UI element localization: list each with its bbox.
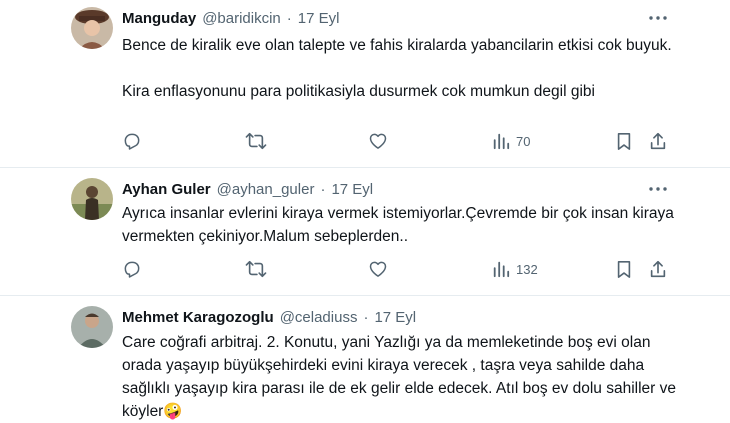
heart-icon — [369, 133, 387, 149]
views-count: 132 — [516, 261, 538, 277]
avatar[interactable] — [71, 178, 113, 220]
views-button[interactable]: 132 — [492, 258, 538, 280]
tweet-paragraph: Care coğrafi arbitraj. 2. Konutu, yani Y… — [122, 334, 676, 420]
tweet-paragraph: Kira enflasyonunu para politikasiyla dus… — [122, 83, 595, 100]
tweet-header: Mehmet Karagozoglu @celadiuss · 17 Eyl — [122, 306, 416, 328]
reply-button[interactable] — [122, 130, 142, 152]
views-icon — [493, 261, 510, 278]
author-handle[interactable]: @baridikcin — [202, 10, 281, 27]
author-name[interactable]: Ayhan Guler — [122, 181, 211, 198]
reply-button[interactable] — [122, 258, 142, 280]
avatar[interactable] — [71, 306, 113, 348]
share-button[interactable] — [648, 130, 668, 152]
bookmark-button[interactable] — [615, 130, 633, 152]
action-bar: 70 — [0, 130, 730, 152]
tweet-paragraph: Ayrıca insanlar evlerini kiraya vermek i… — [122, 205, 674, 245]
retweet-icon — [245, 260, 267, 278]
share-button[interactable] — [648, 258, 668, 280]
retweet-button[interactable] — [245, 130, 267, 152]
more-icon[interactable] — [648, 179, 668, 199]
avatar[interactable] — [71, 7, 113, 49]
tweet[interactable]: Ayhan Guler @ayhan_guler · 17 Eyl Ayrıca… — [0, 168, 730, 296]
share-icon — [650, 132, 666, 150]
heart-icon — [369, 261, 387, 277]
tweet-date[interactable]: 17 Eyl — [298, 10, 340, 27]
author-name[interactable]: Manguday — [122, 10, 196, 27]
separator: · — [363, 308, 369, 326]
tweet[interactable]: Mehmet Karagozoglu @celadiuss · 17 Eyl C… — [0, 296, 730, 420]
share-icon — [650, 260, 666, 278]
views-icon — [493, 133, 510, 150]
tweet-date[interactable]: 17 Eyl — [331, 181, 373, 198]
reply-icon — [124, 133, 140, 150]
author-handle[interactable]: @celadiuss — [280, 309, 358, 326]
bookmark-button[interactable] — [615, 258, 633, 280]
tweet-text: Bence de kiralik eve olan talepte ve fah… — [122, 34, 682, 103]
tweet[interactable]: Manguday @baridikcin · 17 Eyl Bence de k… — [0, 0, 730, 168]
views-count: 70 — [516, 133, 531, 149]
bookmark-icon — [617, 260, 631, 278]
author-name[interactable]: Mehmet Karagozoglu — [122, 309, 274, 326]
retweet-button[interactable] — [245, 258, 267, 280]
tweet-header: Manguday @baridikcin · 17 Eyl — [122, 7, 339, 29]
separator: · — [320, 180, 326, 198]
like-button[interactable] — [368, 130, 388, 152]
tweet-text: Ayrıca insanlar evlerini kiraya vermek i… — [122, 202, 682, 248]
tweet-date[interactable]: 17 Eyl — [374, 309, 416, 326]
retweet-icon — [245, 132, 267, 150]
tweet-paragraph: Bence de kiralik eve olan talepte ve fah… — [122, 37, 672, 54]
author-handle[interactable]: @ayhan_guler — [217, 181, 315, 198]
action-bar: 132 — [0, 258, 730, 280]
like-button[interactable] — [368, 258, 388, 280]
bookmark-icon — [617, 132, 631, 150]
separator: · — [286, 9, 292, 27]
reply-icon — [124, 261, 140, 278]
tweet-header: Ayhan Guler @ayhan_guler · 17 Eyl — [122, 178, 373, 200]
tweet-text: Care coğrafi arbitraj. 2. Konutu, yani Y… — [122, 331, 682, 423]
more-icon[interactable] — [648, 8, 668, 28]
views-button[interactable]: 70 — [492, 130, 530, 152]
